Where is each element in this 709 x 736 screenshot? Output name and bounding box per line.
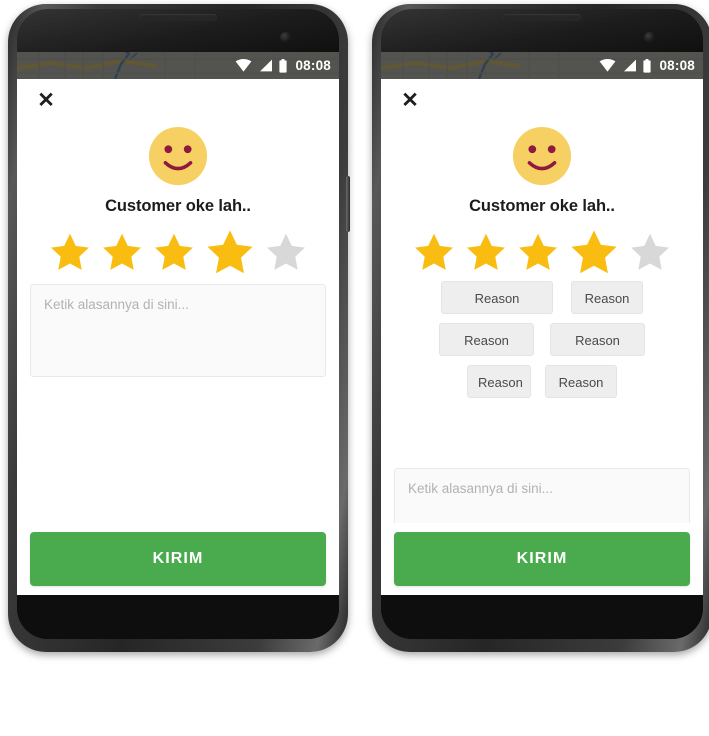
earpiece-speaker	[503, 14, 581, 21]
status-bar-clock: 08:08	[295, 58, 331, 73]
wifi-icon	[236, 59, 252, 72]
star-icon-3-filled[interactable]	[517, 231, 559, 273]
battery-icon	[279, 58, 288, 73]
left-phone-column: 08:08 ✕ Customer oke lah.. Ketik alasann…	[0, 0, 356, 668]
reason-chip[interactable]: Reason	[439, 323, 534, 356]
smiling-face-emoji	[148, 126, 208, 186]
comparison-figure: 08:08 ✕ Customer oke lah.. Ketik alasann…	[0, 0, 709, 736]
reason-chip-group: Reason Reason Reason Reason Reason Reaso…	[393, 281, 691, 407]
signal-icon	[260, 59, 273, 72]
submit-bar-new: KIRIM	[381, 523, 703, 595]
reason-chip[interactable]: Reason	[441, 281, 553, 314]
submit-button-old[interactable]: KIRIM	[30, 532, 326, 586]
rating-dialog-old: ✕ Customer oke lah.. Ketik alasannya di …	[17, 79, 339, 595]
submit-button-new[interactable]: KIRIM	[394, 532, 690, 586]
headline-text: Customer oke lah..	[469, 197, 615, 215]
star-icon-4-filled-selected[interactable]	[569, 227, 619, 277]
status-bar-icons: 08:08	[235, 52, 331, 79]
star-icon-1-filled[interactable]	[413, 231, 455, 273]
proximity-sensor-icon	[425, 35, 441, 40]
chip-row: Reason Reason	[393, 281, 691, 314]
star-icon-3-filled[interactable]	[153, 231, 195, 273]
star-icon-2-filled[interactable]	[101, 231, 143, 273]
star-icon-5-empty[interactable]	[629, 231, 671, 273]
battery-icon	[643, 58, 652, 73]
status-bar-new: 08:08	[381, 52, 703, 79]
wifi-icon	[600, 59, 616, 72]
star-icon-5-empty[interactable]	[265, 231, 307, 273]
star-icon-1-filled[interactable]	[49, 231, 91, 273]
star-icon-2-filled[interactable]	[465, 231, 507, 273]
screen-old: 08:08 ✕ Customer oke lah.. Ketik alasann…	[17, 52, 339, 595]
star-rating-new[interactable]	[381, 227, 703, 277]
smiling-face-emoji	[512, 126, 572, 186]
reason-chip[interactable]: Reason	[545, 365, 617, 398]
signal-icon	[624, 59, 637, 72]
chip-row: Reason Reason	[393, 323, 691, 356]
proximity-sensor-icon	[61, 35, 77, 40]
phone-mockup-old: 08:08 ✕ Customer oke lah.. Ketik alasann…	[8, 0, 350, 660]
front-camera-icon	[280, 32, 291, 43]
phone-mockup-new: 08:08 ✕ Customer oke lah.. Reason Reason…	[372, 0, 709, 660]
reason-input-new[interactable]: Ketik alasannya di sini...	[394, 468, 690, 528]
screen-new: 08:08 ✕ Customer oke lah.. Reason Reason…	[381, 52, 703, 595]
emoji-container	[17, 125, 339, 187]
right-phone-column: 08:08 ✕ Customer oke lah.. Reason Reason…	[356, 0, 709, 668]
reason-input-old[interactable]: Ketik alasannya di sini...	[30, 284, 326, 377]
reason-chip[interactable]: Reason	[467, 365, 531, 398]
phone-bottom-chin	[17, 595, 339, 639]
emoji-container	[381, 125, 703, 187]
headline-text: Customer oke lah..	[105, 197, 251, 215]
power-button[interactable]	[346, 176, 350, 232]
reason-chip[interactable]: Reason	[571, 281, 643, 314]
front-camera-icon	[644, 32, 655, 43]
star-rating-old[interactable]	[17, 227, 339, 277]
reason-chip[interactable]: Reason	[550, 323, 645, 356]
star-icon-4-filled-selected[interactable]	[205, 227, 255, 277]
phone-bottom-chin	[381, 595, 703, 639]
status-bar-icons: 08:08	[599, 52, 695, 79]
rating-dialog-new: ✕ Customer oke lah.. Reason Reason Reaso…	[381, 79, 703, 595]
close-icon[interactable]: ✕	[397, 87, 423, 113]
earpiece-speaker	[139, 14, 217, 21]
chip-row: Reason Reason	[393, 365, 691, 398]
submit-bar-old: KIRIM	[17, 523, 339, 595]
close-icon[interactable]: ✕	[33, 87, 59, 113]
status-bar-clock: 08:08	[659, 58, 695, 73]
status-bar-old: 08:08	[17, 52, 339, 79]
